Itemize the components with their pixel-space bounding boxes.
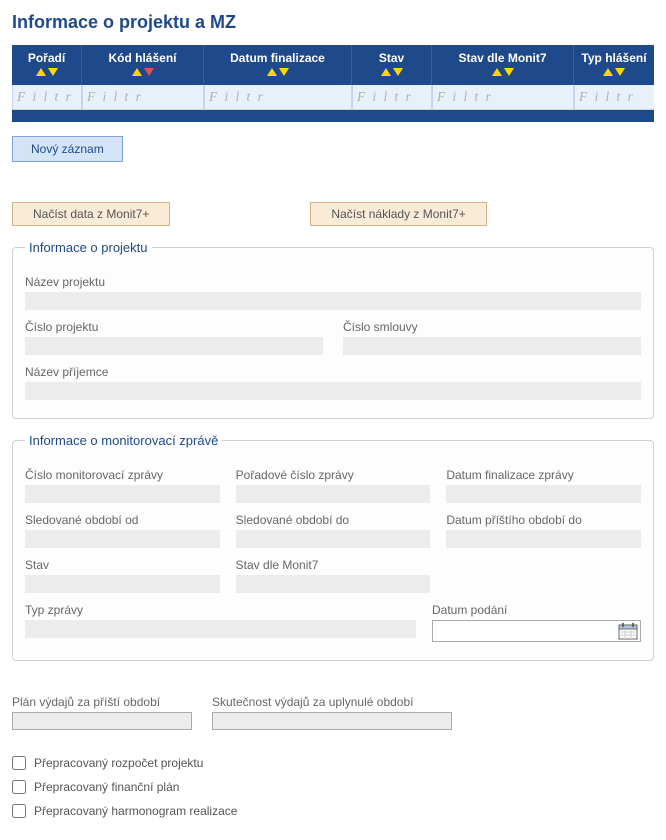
label-obdobi-do: Sledované období do: [236, 513, 431, 527]
label-financni: Přepracovaný finanční plán: [34, 780, 179, 794]
filter-row: [12, 85, 654, 110]
label-cislo-smlouvy: Číslo smlouvy: [343, 320, 641, 334]
input-cislo-mz[interactable]: [25, 485, 220, 503]
input-obdobi-od[interactable]: [25, 530, 220, 548]
col-label: Stav: [356, 51, 427, 65]
sort-desc-icon[interactable]: [615, 68, 625, 76]
legend-mz-info: Informace o monitorovací zprávě: [25, 433, 222, 448]
input-cislo-projektu[interactable]: [25, 337, 323, 355]
filter-stavmonit[interactable]: [433, 85, 573, 109]
label-pristi-do: Datum příštího období do: [446, 513, 641, 527]
fieldset-project-info: Informace o projektu Název projektu Čísl…: [12, 240, 654, 419]
input-datum-podani[interactable]: [433, 621, 618, 641]
filter-poradi[interactable]: [13, 85, 81, 109]
sort-asc-icon[interactable]: [36, 68, 46, 76]
sort-asc-icon[interactable]: [492, 68, 502, 76]
label-stav: Stav: [25, 558, 220, 572]
sort-asc-icon[interactable]: [381, 68, 391, 76]
sort-desc-icon[interactable]: [48, 68, 58, 76]
input-stav-monit[interactable]: [236, 575, 431, 593]
table-footer-bar: [12, 110, 654, 122]
input-poradove[interactable]: [236, 485, 431, 503]
sort-desc-icon[interactable]: [504, 68, 514, 76]
new-record-button[interactable]: Nový záznam: [12, 136, 123, 162]
sort-desc-icon[interactable]: [279, 68, 289, 76]
label-typ-zpravy: Typ zprávy: [25, 603, 416, 617]
label-rozpocet: Přepracovaný rozpočet projektu: [34, 756, 203, 770]
input-stav[interactable]: [25, 575, 220, 593]
input-datum-final[interactable]: [446, 485, 641, 503]
col-header-poradi: Pořadí: [12, 45, 82, 85]
col-label: Datum finalizace: [208, 51, 347, 65]
label-obdobi-od: Sledované období od: [25, 513, 220, 527]
input-plan[interactable]: [12, 712, 192, 730]
label-nazev-projektu: Název projektu: [25, 275, 641, 289]
sort-asc-icon[interactable]: [603, 68, 613, 76]
table-header: Pořadí Kód hlášení Datum finalizace Stav…: [12, 45, 654, 85]
col-header-kod: Kód hlášení: [82, 45, 204, 85]
sort-asc-icon[interactable]: [267, 68, 277, 76]
input-typ-zpravy[interactable]: [25, 620, 416, 638]
filter-datum[interactable]: [205, 85, 351, 109]
sort-asc-icon[interactable]: [132, 68, 142, 76]
label-datum-final: Datum finalizace zprávy: [446, 468, 641, 482]
input-nazev-prijemce[interactable]: [25, 382, 641, 400]
sort-desc-icon[interactable]: [393, 68, 403, 76]
filter-kod[interactable]: [83, 85, 203, 109]
input-nazev-projektu[interactable]: [25, 292, 641, 310]
checkbox-financni[interactable]: [12, 780, 26, 794]
label-cislo-mz: Číslo monitorovací zprávy: [25, 468, 220, 482]
checkbox-harmonogram[interactable]: [12, 804, 26, 818]
col-label: Typ hlášení: [578, 51, 650, 65]
calendar-icon[interactable]: [618, 622, 638, 640]
sort-desc-icon[interactable]: [144, 68, 154, 76]
legend-project-info: Informace o projektu: [25, 240, 152, 255]
label-poradove: Pořadové číslo zprávy: [236, 468, 431, 482]
input-cislo-smlouvy[interactable]: [343, 337, 641, 355]
label-stav-monit: Stav dle Monit7: [236, 558, 431, 572]
col-header-datum: Datum finalizace: [204, 45, 352, 85]
filter-typ[interactable]: [575, 85, 654, 109]
load-data-button[interactable]: Načíst data z Monit7+: [12, 202, 170, 226]
input-obdobi-do[interactable]: [236, 530, 431, 548]
label-harmonogram: Přepracovaný harmonogram realizace: [34, 804, 237, 818]
input-skutecnost[interactable]: [212, 712, 452, 730]
col-label: Pořadí: [16, 51, 77, 65]
label-cislo-projektu: Číslo projektu: [25, 320, 323, 334]
page-title: Informace o projektu a MZ: [12, 12, 654, 33]
checkbox-rozpocet[interactable]: [12, 756, 26, 770]
col-label: Kód hlášení: [86, 51, 199, 65]
fieldset-mz-info: Informace o monitorovací zprávě Číslo mo…: [12, 433, 654, 661]
checkbox-group: Přepracovaný rozpočet projektu Přepracov…: [12, 756, 654, 818]
filter-stav[interactable]: [353, 85, 431, 109]
below-row: Plán výdajů za příští období Skutečnost …: [12, 685, 654, 730]
load-costs-button[interactable]: Načíst náklady z Monit7+: [310, 202, 486, 226]
col-label: Stav dle Monit7: [436, 51, 569, 65]
col-header-stav: Stav: [352, 45, 432, 85]
col-header-typ: Typ hlášení: [574, 45, 654, 85]
label-skutecnost: Skutečnost výdajů za uplynulé období: [212, 695, 452, 709]
label-datum-podani: Datum podání: [432, 603, 641, 617]
date-podani-wrap: [432, 620, 641, 642]
label-nazev-prijemce: Název příjemce: [25, 365, 641, 379]
input-pristi-do[interactable]: [446, 530, 641, 548]
label-plan: Plán výdajů za příští období: [12, 695, 192, 709]
col-header-stavmonit: Stav dle Monit7: [432, 45, 574, 85]
